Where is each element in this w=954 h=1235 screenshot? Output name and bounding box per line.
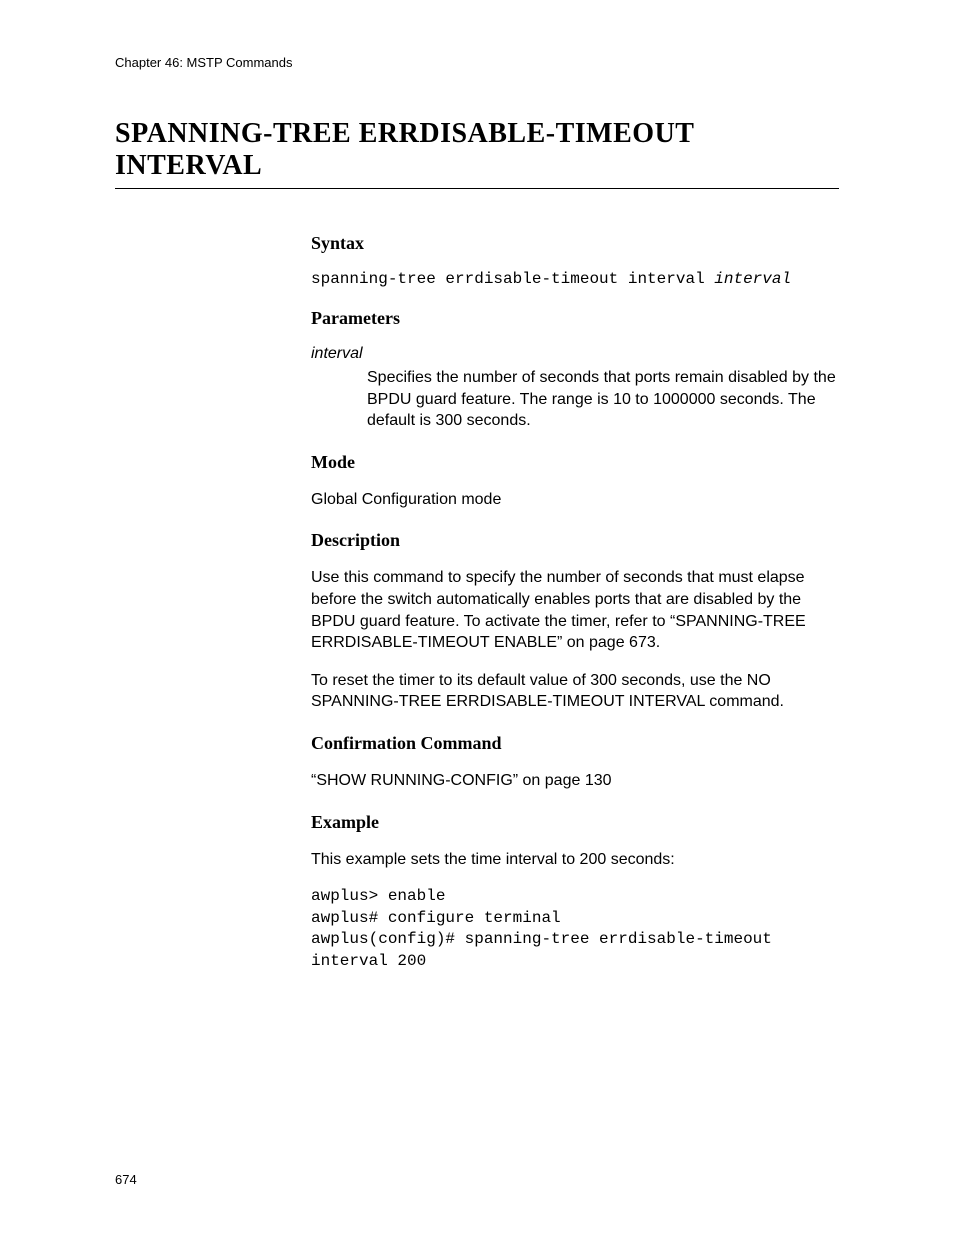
- confirmation-heading: Confirmation Command: [311, 733, 839, 754]
- description-p1: Use this command to specify the number o…: [311, 567, 839, 653]
- page-title: SPANNING-TREE ERRDISABLE-TIMEOUT INTERVA…: [115, 118, 839, 189]
- param-name: interval: [311, 345, 839, 363]
- example-intro: This example sets the time interval to 2…: [311, 849, 839, 871]
- confirmation-text: “SHOW RUNNING-CONFIG” on page 130: [311, 770, 839, 792]
- example-code: awplus> enable awplus# configure termina…: [311, 886, 839, 972]
- parameters-heading: Parameters: [311, 308, 839, 329]
- syntax-command-arg: interval: [714, 270, 791, 288]
- syntax-command: spanning-tree errdisable-timeout interva…: [311, 270, 839, 288]
- example-heading: Example: [311, 812, 839, 833]
- description-p2: To reset the timer to its default value …: [311, 670, 839, 713]
- mode-text: Global Configuration mode: [311, 489, 839, 511]
- page-number: 674: [115, 1172, 137, 1187]
- description-heading: Description: [311, 530, 839, 551]
- param-desc: Specifies the number of seconds that por…: [367, 367, 839, 432]
- mode-heading: Mode: [311, 452, 839, 473]
- syntax-heading: Syntax: [311, 233, 839, 254]
- content-body: Syntax spanning-tree errdisable-timeout …: [311, 233, 839, 973]
- syntax-command-text: spanning-tree errdisable-timeout interva…: [311, 270, 714, 288]
- chapter-header: Chapter 46: MSTP Commands: [115, 55, 839, 70]
- page-container: Chapter 46: MSTP Commands SPANNING-TREE …: [0, 0, 954, 973]
